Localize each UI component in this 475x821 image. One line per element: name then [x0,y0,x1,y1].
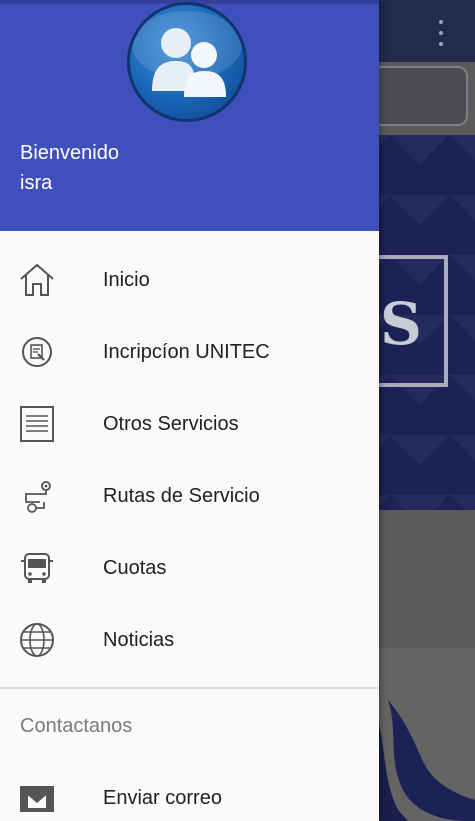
users-icon [132,11,242,97]
avatar[interactable] [127,2,247,122]
home-icon [20,263,54,296]
registration-icon [22,337,52,367]
welcome-text: Bienvenido isra [20,138,119,198]
globe-icon [20,623,54,657]
menu-item-enviar-correo[interactable]: Enviar correo [0,762,379,821]
section-title-contact: Contactanos [20,715,133,737]
drawer-header: Bienvenido isra [0,0,379,231]
menu-item-inscripcion[interactable]: Incripcíon UNITEC [0,316,379,388]
menu-item-rutas[interactable]: Rutas de Servicio [0,460,379,532]
user-name: isra [20,172,53,194]
banner-letter: S [380,290,422,358]
search-box [372,66,468,126]
eagle-logo-icon [378,700,475,821]
overflow-menu-icon[interactable] [433,20,449,46]
menu-item-noticias[interactable]: Noticias [0,604,379,676]
menu-item-label: Noticias [103,629,175,651]
menu-item-otros-servicios[interactable]: Otros Servicios [0,388,379,460]
menu-item-inicio[interactable]: Inicio [0,244,379,316]
menu-item-label: Otros Servicios [103,413,239,435]
menu-item-label: Enviar correo [103,787,222,809]
greeting-line: Bienvenido [20,142,119,164]
menu-item-label: Cuotas [103,557,167,579]
route-icon [25,481,51,513]
drawer-menu: Inicio Incripcíon UNITEC Otros Servicios [0,244,379,676]
menu-divider [0,687,379,689]
navigation-drawer: Bienvenido isra Inicio Incripcíon UNITEC [0,0,379,821]
mail-icon [20,786,54,812]
menu-item-label: Inicio [103,269,150,291]
menu-item-cuotas[interactable]: Cuotas [0,532,379,604]
menu-item-label: Rutas de Servicio [103,485,260,507]
document-icon [20,406,54,442]
menu-item-label: Incripcíon UNITEC [103,341,270,363]
bus-icon [21,553,53,583]
